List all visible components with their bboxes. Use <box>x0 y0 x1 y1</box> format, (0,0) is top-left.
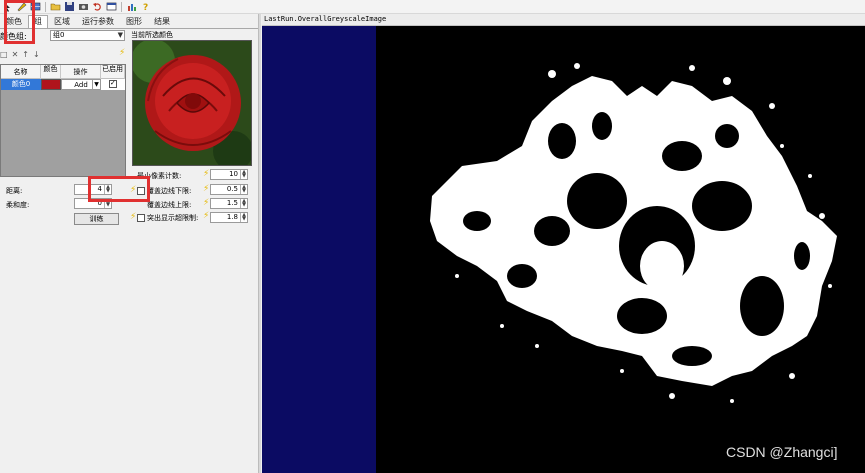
lightning-icon: ⚡ <box>203 198 210 208</box>
toolbar-separator <box>121 1 122 12</box>
lower-limit-input[interactable]: 0.5 ▲ ▼ <box>210 184 248 195</box>
svg-text:?: ? <box>143 3 148 12</box>
highlight-value: 1.8 <box>226 213 238 221</box>
add-row-icon[interactable]: □ <box>0 50 8 59</box>
highlight-input[interactable]: 1.8 ▲ ▼ <box>210 212 248 223</box>
row-toolbar: □ ✕ ↑ ↓ <box>0 49 40 59</box>
header-enabled: 已启用 <box>101 65 125 79</box>
tab-graphics[interactable]: 图形 <box>120 15 148 28</box>
row-enabled-checkbox[interactable] <box>109 79 117 88</box>
row-name[interactable]: 颜色0 <box>1 79 41 90</box>
softness-label: 柔和度: <box>6 201 30 209</box>
preview-title: 当前所选颜色 <box>131 31 173 39</box>
watermark: CSDN @Zhangci] <box>726 444 838 460</box>
color-group-value: 组0 <box>53 31 65 39</box>
train-button[interactable]: 训练 <box>74 213 119 225</box>
lightning-icon: ⚡ <box>130 212 137 222</box>
spinner-icon[interactable]: ▲ ▼ <box>240 185 247 194</box>
viewer-title: LastRun.OverallGreyscaleImage <box>262 14 865 26</box>
table-row[interactable]: 颜色0 Add ▼ <box>1 79 125 90</box>
chevron-down-icon: ▼ <box>92 80 100 89</box>
segmentation-result-image <box>430 63 837 403</box>
lower-limit-label: 覆盖边线下限: <box>147 187 192 195</box>
lightning-icon: ⚡ <box>203 211 210 221</box>
header-color: 颜色 <box>41 65 61 79</box>
greyscale-image-viewer[interactable] <box>262 26 865 473</box>
save-icon[interactable] <box>64 1 75 12</box>
color-table: 名称 颜色 操作 已启用 颜色0 Add ▼ <box>0 64 126 177</box>
toolbar-separator <box>45 1 46 12</box>
lightning-icon: ⚡ <box>203 184 210 194</box>
header-name: 名称 <box>1 65 41 79</box>
help-icon[interactable]: ? <box>140 1 151 13</box>
spinner-icon[interactable]: ▲ ▼ <box>240 199 247 208</box>
table-header: 名称 颜色 操作 已启用 <box>1 65 125 79</box>
highlight-label: 突出显示超限制: <box>147 214 199 222</box>
upper-limit-label: 覆盖边线上限: <box>147 201 192 209</box>
open-folder-icon[interactable] <box>50 1 61 12</box>
chevron-down-icon: ▼ <box>117 31 123 39</box>
camera-icon[interactable] <box>78 1 89 12</box>
spinner-icon[interactable]: ▲ ▼ <box>240 170 247 179</box>
rose-icon <box>133 41 251 165</box>
row-color-swatch[interactable] <box>41 79 61 90</box>
delete-row-icon[interactable]: ✕ <box>12 50 19 59</box>
table-icon[interactable] <box>106 1 117 12</box>
row-operation-value: Add <box>74 81 88 89</box>
row-operation-select[interactable]: Add ▼ <box>61 79 101 90</box>
upper-limit-value: 1.5 <box>226 199 238 207</box>
tab-results[interactable]: 结果 <box>148 15 176 28</box>
tab-region[interactable]: 区域 <box>48 15 76 28</box>
annotation-box-tab <box>4 0 35 44</box>
color-group-select[interactable]: 组0 ▼ <box>50 30 125 41</box>
min-pixel-value: 10 <box>229 170 238 178</box>
undo-icon[interactable] <box>92 1 103 12</box>
annotation-box-distance <box>88 176 150 202</box>
move-down-icon[interactable]: ↓ <box>33 50 40 59</box>
lightning-icon: ⚡ <box>119 48 126 58</box>
upper-limit-input[interactable]: 1.5 ▲ ▼ <box>210 198 248 209</box>
header-operation: 操作 <box>61 65 101 79</box>
lower-limit-value: 0.5 <box>226 185 238 193</box>
tab-run-params[interactable]: 运行参数 <box>76 15 120 28</box>
move-up-icon[interactable]: ↑ <box>22 50 29 59</box>
toolbar: ? <box>0 0 865 14</box>
bar-chart-icon[interactable] <box>126 1 137 12</box>
rose-preview-image <box>132 40 252 166</box>
highlight-checkbox[interactable] <box>137 214 145 222</box>
distance-label: 距离: <box>6 187 23 195</box>
left-panel: 颜色 组 区域 运行参数 图形 结果 颜色组: 组0 ▼ □ ✕ ↑ ↓ ⚡ 名… <box>0 14 258 473</box>
spinner-icon[interactable]: ▲ ▼ <box>240 213 247 222</box>
min-pixel-input[interactable]: 10 ▲ ▼ <box>210 169 248 180</box>
lightning-icon: ⚡ <box>203 169 210 179</box>
panel-splitter[interactable] <box>258 14 261 473</box>
